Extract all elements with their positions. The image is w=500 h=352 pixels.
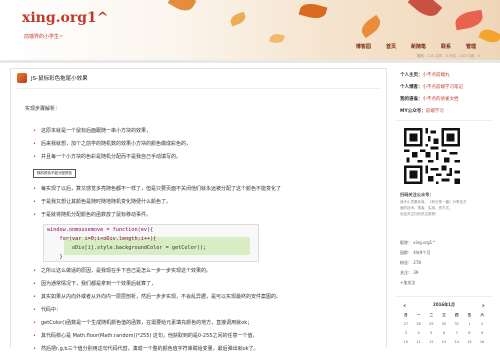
calendar-grid: 日 一 二 三 四 五 六 27 28 29 30 31 1 2 3 4 5 6…: [400, 311, 488, 346]
about-text: 面的技术，笔者、实用、资方式，: [400, 206, 453, 210]
header-divider: [0, 60, 500, 63]
sidebar-row-wechat: MY公众号：前端学习: [400, 109, 444, 114]
sidebar-divider: [396, 296, 492, 297]
calendar-day[interactable]: 8: [464, 329, 476, 337]
calendar-day[interactable]: 6: [438, 329, 450, 337]
list-item: • 其实如果从内向外或者从外向内一层层剖析，然后一步步实现，不会乱异据，是可以实现…: [33, 294, 282, 300]
maple-leaf-decoration: [478, 26, 500, 46]
code-block: window.onmousemove = function(ev){ for(v…: [43, 224, 259, 262]
sidebar-divider: [396, 120, 492, 121]
calendar-weekday: 二: [429, 313, 434, 317]
nav-home[interactable]: 首页: [386, 43, 396, 50]
calendar-day[interactable]: 1: [464, 320, 476, 328]
calendar-month: 2016年1月: [433, 302, 455, 307]
nav-contact[interactable]: 联系: [441, 43, 451, 50]
blog-link[interactable]: 小不点前端学习笔记: [423, 85, 464, 90]
maple-leaf-decoration: [228, 11, 248, 27]
calendar-day[interactable]: 2: [476, 320, 488, 328]
maple-leaf-decoration: [358, 14, 384, 39]
maple-leaf-decoration: [407, 0, 443, 22]
calendar-day[interactable]: 31: [451, 320, 463, 328]
nav-cnblogs[interactable]: 博客园: [356, 43, 371, 50]
nav-admin[interactable]: 管理: [466, 43, 476, 50]
maple-leaf-decoration: [167, 0, 197, 15]
sidebar: 个人主页：小不点前端丸 个人博客：小不点前端学习笔记 我的语雀：小不点的语雀文档…: [396, 68, 500, 348]
image-caption-box: 随机颜色不能分配颜色: [33, 169, 76, 178]
calendar-day[interactable]: 5: [425, 329, 437, 337]
post-title-icon: [17, 73, 27, 83]
profile-nickname: 昵称： xing.org1^: [400, 240, 436, 245]
calendar-day[interactable]: 16: [476, 338, 488, 346]
sidebar-row-homepage: 个人主页：小不点前端丸: [400, 73, 450, 78]
calendar-day[interactable]: 13: [438, 338, 450, 346]
calendar-weekday: 一: [416, 313, 421, 317]
profile-followers[interactable]: 粉丝： 278: [400, 260, 421, 266]
qr-code-image: [404, 128, 460, 184]
list-item: • 于是我又想让其颜色是随时随地随机变化随便什么颜色了。: [33, 199, 172, 205]
calendar-day[interactable]: 3: [400, 329, 412, 337]
yuque-link[interactable]: 小不点的语雀文档: [423, 97, 459, 102]
code-line: for(var i=0;i<oDiv.length;i++){: [47, 236, 157, 242]
calendar-next-button[interactable]: >: [482, 303, 485, 308]
calendar-day[interactable]: 28: [413, 320, 425, 328]
sidebar-row-blog: 个人博客：小不点前端学习笔记: [400, 85, 464, 90]
list-item: • 后来我就想，加个之前学的随机数的效果小方块的颜色做成彩色的，: [33, 141, 192, 147]
list-item: • 于是就将随机分配颜色的函数放了鼠标移动事件。: [33, 212, 152, 218]
nav-new-post[interactable]: 新随笔: [411, 43, 426, 50]
site-header: xing.org1^ 前端界的小学生~ 博客园 首页 新随笔 联系 管理 随笔 …: [0, 0, 500, 60]
list-item: • 这原本就是一个鼠标后面跟随一串小方块的效果，: [33, 128, 152, 134]
list-item: • 然后把r,g,b三个值分别用这句代码代替，凑成一个整的颜色值字符串赋给变量，最…: [33, 346, 259, 352]
calendar-day[interactable]: 30: [438, 320, 450, 328]
calendar-day[interactable]: 4: [413, 329, 425, 337]
about-text: 欢迎关注扫码关注推荐！: [400, 212, 439, 216]
calendar-day[interactable]: 9: [476, 329, 488, 337]
blog-stats-line: 随笔 - 125 文章 - 0 评论 - 102 引用 - 0: [416, 54, 480, 58]
follow-button[interactable]: +加关注: [400, 280, 415, 286]
calendar-weekday: 六: [480, 313, 484, 317]
post-container: JS-鼠标彩色拖尾小效果 实现步骤解析： • 这原本就是一个鼠标后面跟随一串小方块…: [10, 68, 387, 352]
list-item: • 之所以这么做适的原因，是我现在手下自己是怎么一步一步实现这个效果的。: [33, 268, 212, 274]
post-intro: 实现步骤解析：: [25, 106, 61, 112]
list-item: • getColor()函数是一个生成随机颜色值的函数，在需要给元素填充颜色的地方…: [33, 320, 253, 326]
list-item: • 并且每一个小方块的色彩是随机分配而不是我自己手动填写的。: [33, 154, 182, 160]
wechat-link[interactable]: 前端学习: [426, 109, 444, 114]
calendar-header: < 2016年1月 >: [400, 302, 488, 308]
site-title-link[interactable]: xing.org1^: [22, 10, 108, 26]
calendar-weekday: 五: [467, 313, 472, 317]
calendar-weekday: 日: [404, 313, 408, 317]
post-title-divider: [17, 88, 380, 89]
maple-leaf-decoration: [453, 9, 485, 31]
calendar-day[interactable]: 11: [413, 338, 425, 346]
code-line: }: [47, 254, 63, 260]
calendar-weekday: 三: [442, 313, 446, 317]
code-line: oDiv[i].style.backgroundColor = getColor…: [47, 245, 207, 251]
calendar-day[interactable]: 15: [464, 338, 476, 346]
calendar-day[interactable]: 12: [425, 338, 437, 346]
code-line: window.onmousemove = function(ev){: [47, 227, 154, 233]
about-title: 扫码关注公众号：: [400, 192, 434, 197]
sidebar-row-yuque: 我的语雀：小不点的语雀文档: [400, 97, 459, 102]
profile-following[interactable]: 关注： 39: [400, 270, 418, 276]
maple-leaf-decoration: [298, 0, 328, 22]
calendar-weekday: 四: [454, 313, 459, 317]
top-nav: 博客园 首页 新随笔 联系 管理: [356, 43, 476, 50]
homepage-link[interactable]: 小不点前端丸: [423, 73, 450, 78]
list-item: • 每实现了以后，算又感觉多亮随色都不一样了，但是只要页面不关闭他们就永远被分配了…: [33, 186, 282, 192]
calendar-day[interactable]: 27: [400, 320, 412, 328]
about-text: 我不小灵果你我，《有分享一篇》分享全方: [400, 200, 467, 204]
list-item: • 其代码核心是 Math.floor(Math.random()*255) 这句…: [33, 333, 258, 339]
calendar-day[interactable]: 7: [451, 329, 463, 337]
maple-leaf-decoration: [269, 32, 285, 45]
post-header: JS-鼠标彩色拖尾小效果: [17, 73, 88, 83]
calendar: < 2016年1月 > 日 一 二 三 四 五 六 27 28 29 30 31…: [400, 302, 488, 346]
calendar-day[interactable]: 29: [425, 320, 437, 328]
calendar-day[interactable]: 14: [451, 338, 463, 346]
calendar-prev-button[interactable]: <: [403, 303, 406, 308]
list-item: • 因为通常情况下，我们都是拿到一个效果后就算了，: [33, 281, 157, 287]
profile-age: 园龄： 4年9个月: [400, 250, 431, 255]
calendar-day[interactable]: 10: [400, 338, 412, 346]
post-title[interactable]: JS-鼠标彩色拖尾小效果: [31, 74, 88, 82]
list-item: • 代码中：: [33, 307, 62, 313]
site-subtitle: 前端界的小学生~: [24, 34, 64, 40]
